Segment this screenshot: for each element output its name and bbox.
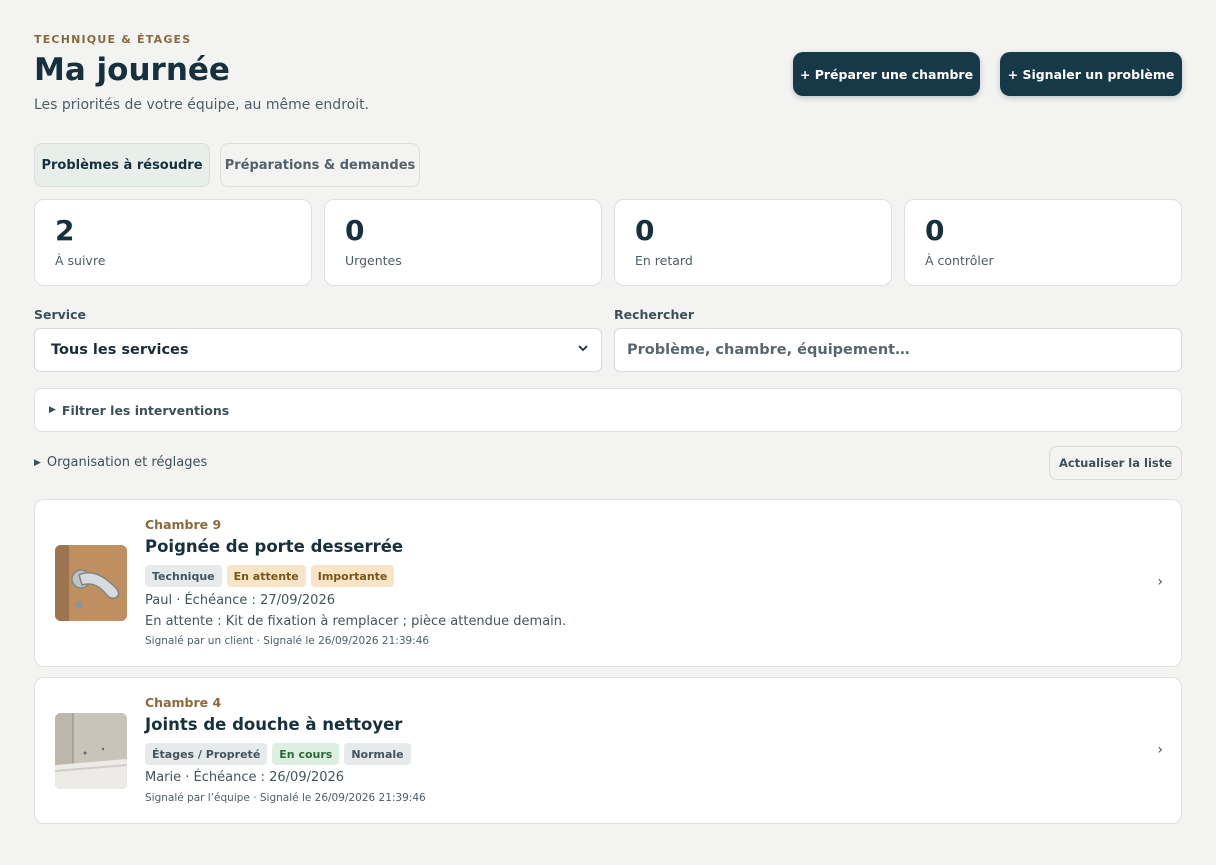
issue-title: Joints de douche à nettoyer [145,715,403,734]
assignee-deadline: Paul · Échéance : 27/09/2026 [145,593,335,608]
room-label: Chambre 9 [145,517,222,532]
tab-preparations[interactable]: Préparations & demandes [220,143,420,187]
disclosure-triangle-icon: ▶ [34,457,41,468]
service-select[interactable]: Tous les services [34,328,602,372]
service-select-value: Tous les services [51,342,189,358]
room-label: Chambre 4 [145,695,222,710]
chevron-right-icon[interactable]: › [1157,742,1163,758]
page-eyebrow: TECHNIQUE & ÉTAGES [34,33,192,46]
service-label: Service [34,307,86,322]
stat-value: 0 [345,214,365,247]
stat-label: Urgentes [345,253,402,268]
service-tag: Étages / Propreté [145,743,268,765]
page-title: Ma journée [34,52,230,88]
refresh-list-button[interactable]: Actualiser la liste [1049,446,1182,480]
filter-interventions-toggle[interactable]: ▶ Filtrer les interventions [34,388,1182,432]
stat-label: À suivre [55,253,106,268]
issue-card[interactable]: Chambre 9 Poignée de porte desserrée Tec… [34,499,1182,667]
reported-info: Signalé par l’équipe · Signalé le 26/09/… [145,792,426,804]
tag-list: Étages / Propreté En cours Normale [145,743,411,765]
status-badge: En cours [272,743,340,765]
reported-info: Signalé par un client · Signalé le 26/09… [145,635,430,647]
status-badge: En attente [226,565,306,587]
issue-card[interactable]: Chambre 4 Joints de douche à nettoyer Ét… [34,677,1182,824]
tab-problems[interactable]: Problèmes à résoudre [34,143,210,187]
tag-list: Technique En attente Importante [145,565,395,587]
stat-value: 2 [55,214,75,247]
stat-card-late: 0 En retard [614,199,892,286]
priority-badge: Importante [310,565,395,587]
priority-badge: Normale [344,743,411,765]
search-label: Rechercher [614,307,695,322]
search-input[interactable] [614,328,1182,372]
stat-label: En retard [635,253,693,268]
stat-card-to-check: 0 À contrôler [904,199,1182,286]
door-handle-photo [55,545,127,621]
page-subtitle: Les priorités de votre équipe, au même e… [34,97,370,113]
assignee-deadline: Marie · Échéance : 26/09/2026 [145,770,345,785]
prepare-room-button[interactable]: + Préparer une chambre [793,52,980,96]
stat-value: 0 [635,214,655,247]
report-problem-button[interactable]: + Signaler un problème [1000,52,1182,96]
organisation-settings-toggle[interactable]: ▶ Organisation et réglages [34,455,207,470]
organisation-settings-label: Organisation et réglages [46,455,208,470]
stat-card-to-follow: 2 À suivre [34,199,312,286]
stat-value: 0 [925,214,945,247]
shower-corner-photo [55,713,127,789]
stat-card-urgent: 0 Urgentes [324,199,602,286]
chevron-down-icon [577,342,589,357]
stat-label: À contrôler [925,253,994,268]
status-note: En attente : Kit de fixation à remplacer… [145,614,567,629]
filter-panel-label: Filtrer les interventions [61,402,230,418]
issue-title: Poignée de porte desserrée [145,537,404,556]
chevron-right-icon[interactable]: › [1157,574,1163,590]
disclosure-triangle-icon: ▶ [49,405,56,415]
service-tag: Technique [145,565,222,587]
